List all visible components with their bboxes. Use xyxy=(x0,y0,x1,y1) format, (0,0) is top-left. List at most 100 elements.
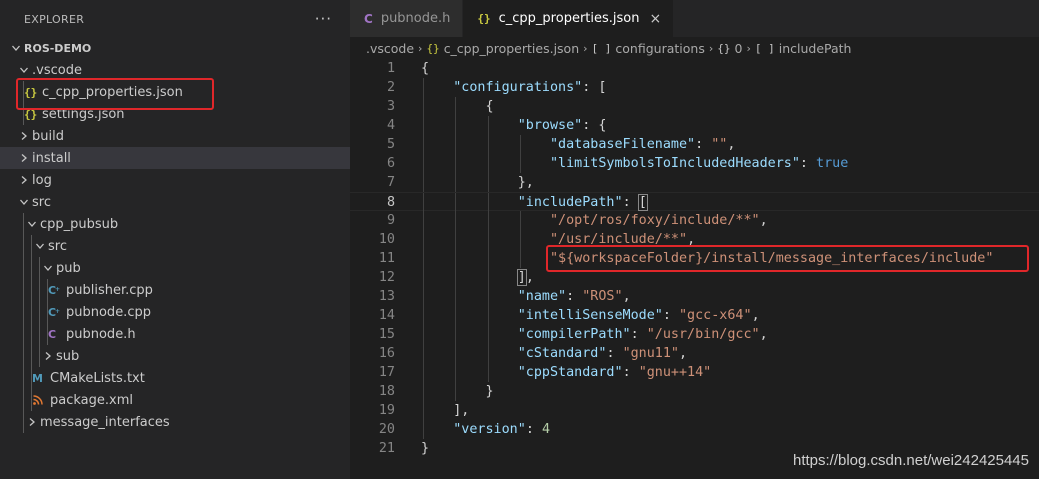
code-line[interactable]: 9 "/opt/ros/foxy/include/**", xyxy=(350,211,1039,230)
tree-file-pubnode-cpp[interactable]: C + pubnode.cpp xyxy=(0,301,350,323)
tab-bar: C pubnode.h {} c_cpp_properties.json × xyxy=(350,0,1039,37)
line-number: 13 xyxy=(378,289,395,304)
indent-guide xyxy=(23,279,24,301)
code-line[interactable]: 15 "compilerPath": "/usr/bin/gcc", xyxy=(350,325,1039,344)
xml-file-icon xyxy=(32,394,50,406)
line-number: 2 xyxy=(386,80,395,95)
breadcrumb-vscode[interactable]: .vscode xyxy=(366,41,414,56)
breadcrumb-includepath[interactable]: includePath xyxy=(779,41,852,56)
json-file-icon: {} xyxy=(426,41,440,55)
code-line[interactable]: 19 ], xyxy=(350,401,1039,420)
tree-item-label: settings.json xyxy=(42,106,125,122)
tree-folder-build[interactable]: build xyxy=(0,125,350,147)
tree-file-cmakelists-txt[interactable]: M CMakeLists.txt xyxy=(0,367,350,389)
code-text: { xyxy=(421,61,430,76)
line-number: 10 xyxy=(378,232,395,247)
tree-folder-src[interactable]: src xyxy=(0,191,350,213)
code-line[interactable]: 14 "intelliSenseMode": "gcc-x64", xyxy=(350,306,1039,325)
code-line[interactable]: 10 "/usr/include/**", xyxy=(350,230,1039,249)
tree-item-label: message_interfaces xyxy=(40,414,170,430)
tree-item-label: src xyxy=(48,238,67,254)
line-number: 21 xyxy=(378,441,395,456)
indent-guide xyxy=(23,323,24,345)
code-text: } xyxy=(421,384,494,399)
tree-file-package-xml[interactable]: package.xml xyxy=(0,389,350,411)
code-line[interactable]: 6 "limitSymbolsToIncludedHeaders": true xyxy=(350,154,1039,173)
line-number: 14 xyxy=(378,308,395,323)
code-text: "intelliSenseMode": "gcc-x64", xyxy=(517,308,760,323)
chevron-right-icon[interactable] xyxy=(16,153,32,163)
tree-file-pubnode-h[interactable]: Cpubnode.h xyxy=(0,323,350,345)
code-line[interactable]: 17 "cppStandard": "gnu++14" xyxy=(350,363,1039,382)
chevron-right-icon: › xyxy=(583,41,588,55)
chevron-down-icon[interactable] xyxy=(16,65,32,75)
chevron-down-icon[interactable] xyxy=(40,263,56,273)
tree-folder-message-interfaces[interactable]: message_interfaces xyxy=(0,411,350,433)
indent-guide xyxy=(47,301,48,323)
tab-pubnode-h[interactable]: C pubnode.h xyxy=(350,0,464,37)
tree-file-settings-json[interactable]: {} settings.json xyxy=(0,103,350,125)
explorer-title: EXPLORER xyxy=(24,12,85,26)
breadcrumb-file[interactable]: c_cpp_properties.json xyxy=(444,41,579,56)
line-number: 9 xyxy=(386,213,395,228)
array-icon: [ ] xyxy=(754,41,775,55)
chevron-right-icon[interactable] xyxy=(24,417,40,427)
code-line[interactable]: 8 "includePath": [ xyxy=(350,192,1039,212)
watermark-text: https://blog.csdn.net/wei242425445 xyxy=(792,452,1029,469)
chevron-down-icon[interactable] xyxy=(24,219,40,229)
code-line[interactable]: 2 "configurations": [ xyxy=(350,78,1039,97)
editor-area: C pubnode.h {} c_cpp_properties.json × .… xyxy=(350,0,1039,479)
line-number: 6 xyxy=(386,156,395,171)
indent-guide xyxy=(31,279,32,301)
tree-folder-log[interactable]: log xyxy=(0,169,350,191)
file-tree: ROS-DEMO .vscode{} c_cpp_properties.json{}… xyxy=(0,37,350,433)
code-line[interactable]: 12 ], xyxy=(350,268,1039,287)
close-icon[interactable]: × xyxy=(649,11,661,27)
code-line[interactable]: 16 "cStandard": "gnu11", xyxy=(350,344,1039,363)
breadcrumb-index[interactable]: 0 xyxy=(735,41,743,56)
tree-folder-cpp-pubsub[interactable]: cpp_pubsub xyxy=(0,213,350,235)
chevron-right-icon[interactable] xyxy=(40,351,56,361)
code-editor[interactable]: 1{2 "configurations": [3 {4 "browse": {5… xyxy=(350,59,1039,458)
chevron-down-icon[interactable] xyxy=(16,197,32,207)
code-line[interactable]: 1{ xyxy=(350,59,1039,78)
tree-folder-src[interactable]: src xyxy=(0,235,350,257)
tree-folder--vscode[interactable]: .vscode xyxy=(0,59,350,81)
json-file-icon: {} xyxy=(24,107,38,121)
code-text: "browse": { xyxy=(517,118,607,133)
cpp-file-icon: C + xyxy=(48,306,66,318)
chevron-right-icon[interactable] xyxy=(16,175,32,185)
tree-item-label: build xyxy=(32,128,64,144)
svg-text:+: + xyxy=(55,308,60,315)
breadcrumb-configurations[interactable]: configurations xyxy=(615,41,704,56)
tree-folder-sub[interactable]: sub xyxy=(0,345,350,367)
tree-folder-install[interactable]: install xyxy=(0,147,350,169)
line-number: 7 xyxy=(386,175,395,190)
indent-guide xyxy=(31,257,32,279)
code-line[interactable]: 7 }, xyxy=(350,173,1039,192)
more-actions-button[interactable]: ··· xyxy=(315,10,332,28)
line-number: 3 xyxy=(386,99,395,114)
tree-folder-pub[interactable]: pub xyxy=(0,257,350,279)
chevron-down-icon[interactable] xyxy=(32,241,48,251)
code-text: "/opt/ros/foxy/include/**", xyxy=(550,213,768,228)
code-line[interactable]: 5 "databaseFilename": "", xyxy=(350,135,1039,154)
workspace-root[interactable]: ROS-DEMO xyxy=(0,37,350,59)
code-line[interactable]: 18 } xyxy=(350,382,1039,401)
code-line[interactable]: 13 "name": "ROS", xyxy=(350,287,1039,306)
tree-item-label: package.xml xyxy=(50,392,133,408)
tab-c-cpp-properties[interactable]: {} c_cpp_properties.json × xyxy=(463,0,675,37)
tree-file-c-cpp-properties-json[interactable]: {} c_cpp_properties.json xyxy=(0,81,350,103)
indent-guide xyxy=(31,235,32,257)
line-number: 11 xyxy=(378,251,395,266)
chevron-down-icon[interactable] xyxy=(8,43,24,53)
code-line[interactable]: 4 "browse": { xyxy=(350,116,1039,135)
code-text: "cStandard": "gnu11", xyxy=(517,346,688,361)
chevron-right-icon[interactable] xyxy=(16,131,32,141)
tree-file-publisher-cpp[interactable]: C + publisher.cpp xyxy=(0,279,350,301)
code-line[interactable]: 11 "${workspaceFolder}/install/message_i… xyxy=(350,249,1039,268)
cmake-file-icon: M xyxy=(32,371,43,385)
code-line[interactable]: 3 { xyxy=(350,97,1039,116)
array-icon: [ ] xyxy=(591,41,612,55)
code-line[interactable]: 20 "version": 4 xyxy=(350,420,1039,439)
